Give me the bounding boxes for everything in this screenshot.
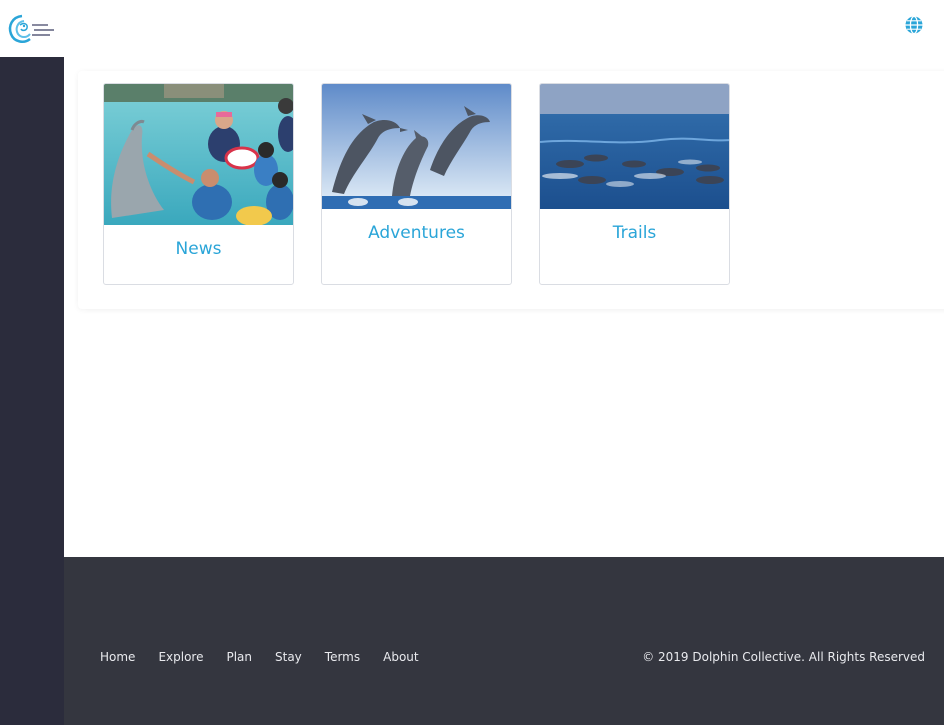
logo-menu-toggle[interactable] bbox=[0, 0, 64, 57]
top-header bbox=[64, 0, 944, 57]
card-title: Trails bbox=[612, 223, 657, 243]
copyright-text: © 2019 Dolphin Collective. All Rights Re… bbox=[642, 650, 925, 664]
children-with-dolphin-photo bbox=[104, 84, 293, 225]
jumping-dolphins-photo bbox=[322, 84, 511, 209]
footer-link-about[interactable]: About bbox=[383, 650, 418, 664]
footer-nav: Home Explore Plan Stay Terms About bbox=[100, 650, 442, 664]
footer-link-home[interactable]: Home bbox=[100, 650, 135, 664]
category-panel: News Adventures Trails bbox=[78, 71, 944, 309]
card-news[interactable]: News bbox=[103, 83, 294, 285]
card-adventures[interactable]: Adventures bbox=[321, 83, 512, 285]
dolphin-pod-ocean-photo bbox=[540, 84, 729, 209]
globe-icon[interactable] bbox=[904, 15, 924, 35]
footer-link-terms[interactable]: Terms bbox=[325, 650, 360, 664]
main-content: News Adventures Trails bbox=[64, 57, 944, 557]
footer: Home Explore Plan Stay Terms About © 201… bbox=[64, 557, 944, 725]
dolphin-wave-logo-icon bbox=[8, 14, 54, 43]
footer-link-plan[interactable]: Plan bbox=[226, 650, 252, 664]
card-title: News bbox=[175, 239, 222, 259]
sidebar bbox=[0, 0, 64, 725]
footer-link-stay[interactable]: Stay bbox=[275, 650, 302, 664]
card-trails[interactable]: Trails bbox=[539, 83, 730, 285]
footer-link-explore[interactable]: Explore bbox=[158, 650, 203, 664]
card-title: Adventures bbox=[368, 223, 465, 243]
